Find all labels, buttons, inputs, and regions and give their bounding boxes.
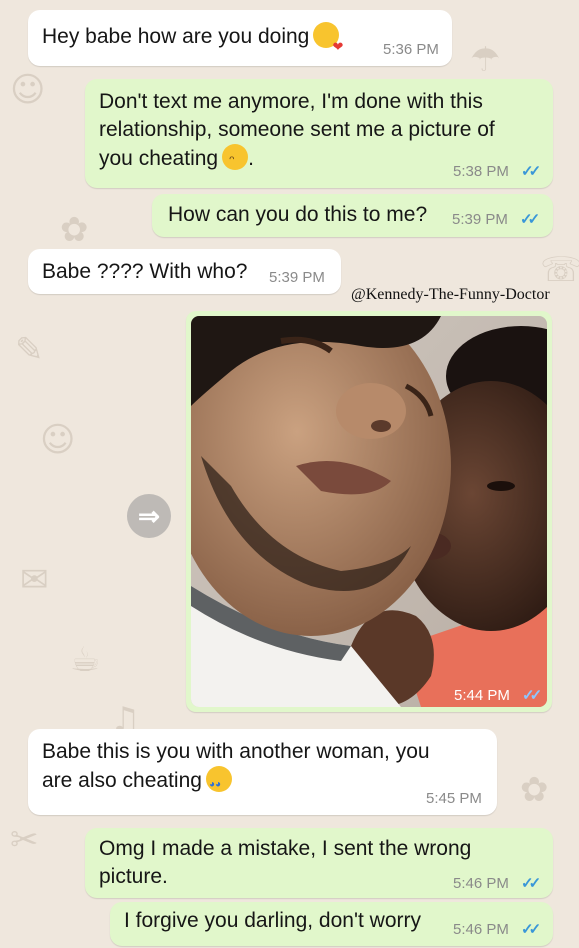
forward-button[interactable]: ⇒: [127, 494, 171, 538]
message-text: Omg I made a mistake, I sent the wrong p…: [99, 837, 472, 888]
selfie-photo[interactable]: [191, 316, 547, 707]
message-bubble-outgoing[interactable]: Don't text me anymore, I'm done with thi…: [85, 79, 553, 188]
face-blowing-kiss-icon: [313, 22, 343, 61]
message-text: Don't text me anymore, I'm done with thi…: [99, 88, 495, 174]
message-bubble-outgoing[interactable]: I forgive you darling, don't worry 5:46 …: [110, 902, 553, 946]
message-bubble-outgoing[interactable]: How can you do this to me? 5:39 PM ✓✓: [152, 194, 553, 237]
read-receipt-icon: ✓✓: [521, 921, 541, 938]
message-bubble-incoming[interactable]: Babe ???? With who? 5:39 PM: [28, 249, 341, 294]
message-text: I forgive you darling, don't worry: [124, 909, 421, 932]
message-text: Babe this is you with another woman, you…: [42, 738, 430, 799]
photo-illustration: [191, 316, 547, 707]
message-bubble-incoming[interactable]: Hey babe how are you doing 5:36 PM: [28, 10, 452, 66]
message-bubble-incoming[interactable]: Babe this is you with another woman, you…: [28, 729, 497, 815]
face-with-steam-icon: [222, 144, 249, 174]
loudly-crying-face-icon: [205, 766, 232, 799]
message-time: 5:39 PM: [269, 269, 325, 286]
watermark-text: @Kennedy-The-Funny-Doctor: [351, 286, 550, 303]
message-bubble-outgoing-image[interactable]: 5:44 PM ✓✓: [186, 311, 552, 712]
message-time: 5:44 PM: [454, 687, 510, 704]
message-text: Hey babe how are you doing: [42, 22, 343, 61]
message-time: 5:46 PM: [453, 875, 509, 892]
message-time: 5:46 PM: [453, 921, 509, 938]
message-bubble-outgoing[interactable]: Omg I made a mistake, I sent the wrong p…: [85, 828, 553, 898]
read-receipt-icon: ✓✓: [521, 163, 541, 180]
read-receipt-icon: ✓✓: [520, 211, 540, 228]
read-receipt-icon: ✓✓: [521, 875, 541, 892]
message-time: 5:45 PM: [426, 790, 482, 807]
forward-arrow-icon: ⇒: [138, 501, 160, 531]
message-text: How can you do this to me?: [168, 203, 428, 226]
message-time: 5:36 PM: [383, 41, 439, 58]
read-receipt-icon: ✓✓: [522, 687, 542, 704]
message-text: Babe ???? With who?: [42, 260, 248, 283]
message-time: 5:39 PM: [452, 211, 508, 228]
message-time: 5:38 PM: [453, 163, 509, 180]
